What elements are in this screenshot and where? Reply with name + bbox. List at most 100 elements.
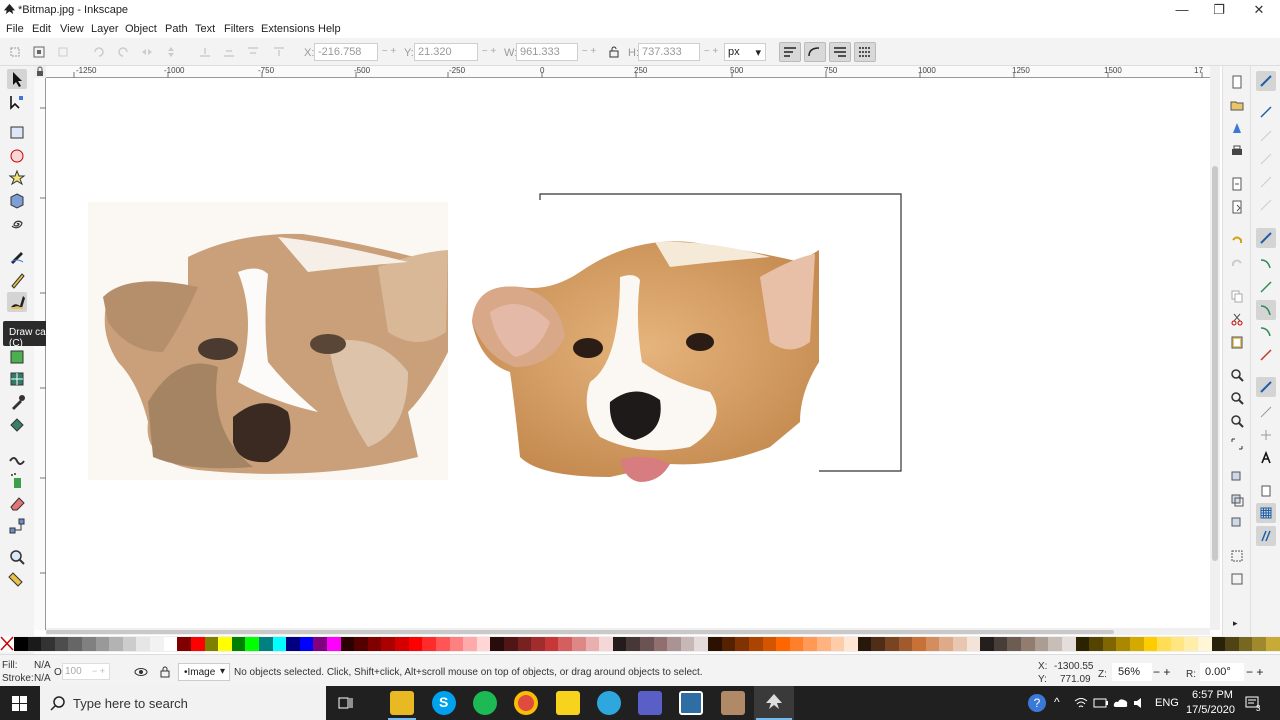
color-swatch[interactable] bbox=[544, 637, 559, 651]
clone-icon[interactable] bbox=[1229, 492, 1245, 508]
export-icon[interactable] bbox=[1229, 199, 1245, 215]
star-tool[interactable] bbox=[7, 168, 27, 188]
horizontal-scroll-thumb[interactable] bbox=[46, 630, 1114, 634]
w-spinner[interactable]: − + bbox=[578, 43, 600, 61]
color-swatch[interactable] bbox=[150, 637, 164, 651]
color-swatch[interactable] bbox=[354, 637, 368, 651]
zoom-page-icon[interactable] bbox=[1229, 413, 1245, 429]
vertical-scroll-thumb[interactable] bbox=[1212, 166, 1218, 561]
snap-rotation-center-icon[interactable] bbox=[1258, 427, 1274, 443]
color-swatch[interactable] bbox=[109, 637, 123, 651]
color-swatch[interactable] bbox=[1211, 637, 1226, 651]
color-swatch[interactable] bbox=[748, 637, 763, 651]
zoom-fit-icon[interactable] bbox=[1229, 436, 1245, 452]
color-swatch[interactable] bbox=[993, 637, 1008, 651]
color-swatch[interactable] bbox=[912, 637, 926, 651]
3d-box-tool[interactable] bbox=[7, 191, 27, 211]
color-swatch[interactable] bbox=[245, 637, 259, 651]
raise-to-top-icon[interactable] bbox=[272, 45, 286, 59]
taskbar-search-box[interactable]: Type here to search bbox=[40, 686, 326, 720]
unlink-clone-icon[interactable] bbox=[1229, 515, 1245, 531]
y-input[interactable]: 21.320 bbox=[414, 43, 478, 61]
horizontal-scrollbar[interactable] bbox=[46, 628, 1210, 635]
close-button[interactable]: ✕ bbox=[1241, 0, 1277, 20]
snap-bbox-midpoint-icon[interactable] bbox=[1258, 174, 1274, 190]
color-swatch[interactable] bbox=[381, 637, 396, 651]
color-swatch[interactable] bbox=[258, 637, 273, 651]
move-gradients-button[interactable] bbox=[829, 42, 851, 62]
color-swatch[interactable] bbox=[435, 637, 450, 651]
menu-filters[interactable]: Filters bbox=[224, 23, 254, 35]
color-swatch[interactable] bbox=[1129, 637, 1144, 651]
more-commands-icon[interactable]: ▸ bbox=[1233, 618, 1238, 629]
scale-corners-button[interactable] bbox=[804, 42, 826, 62]
cut-icon[interactable] bbox=[1229, 311, 1245, 327]
wifi-icon[interactable] bbox=[1074, 696, 1088, 710]
vertical-ruler[interactable] bbox=[34, 78, 46, 630]
menu-help[interactable]: Help bbox=[318, 23, 341, 35]
snap-bbox-icon[interactable] bbox=[1258, 104, 1274, 120]
color-swatch[interactable] bbox=[476, 637, 491, 651]
color-palette[interactable] bbox=[0, 636, 1280, 652]
snap-others-button[interactable] bbox=[1256, 377, 1276, 397]
spotify-icon[interactable] bbox=[473, 691, 497, 715]
color-swatch[interactable] bbox=[1184, 637, 1199, 651]
color-swatch[interactable] bbox=[640, 637, 654, 651]
no-color-swatch[interactable] bbox=[0, 636, 14, 652]
color-swatch[interactable] bbox=[830, 637, 845, 651]
input-language[interactable]: ENG bbox=[1155, 697, 1179, 709]
color-swatch[interactable] bbox=[41, 637, 55, 651]
menu-path[interactable]: Path bbox=[165, 23, 188, 35]
import-icon[interactable] bbox=[1229, 176, 1245, 192]
color-swatch[interactable] bbox=[708, 637, 722, 651]
color-swatch[interactable] bbox=[1089, 637, 1103, 651]
rotation-spinner[interactable]: − + bbox=[1246, 665, 1263, 679]
stroke-value[interactable]: N/A bbox=[34, 673, 51, 684]
color-swatch[interactable] bbox=[1075, 637, 1090, 651]
volume-icon[interactable] bbox=[1132, 696, 1146, 710]
pen-tool[interactable] bbox=[7, 246, 27, 266]
chrome-icon[interactable] bbox=[514, 691, 538, 715]
color-swatch[interactable] bbox=[953, 637, 967, 651]
color-swatch[interactable] bbox=[327, 637, 341, 651]
color-swatch[interactable] bbox=[789, 637, 804, 651]
pencil-tool[interactable] bbox=[7, 269, 27, 289]
color-swatch[interactable] bbox=[517, 637, 532, 651]
color-swatch[interactable] bbox=[190, 637, 205, 651]
color-swatch[interactable] bbox=[204, 637, 219, 651]
color-swatch[interactable] bbox=[653, 637, 668, 651]
raise-icon[interactable] bbox=[246, 45, 260, 59]
original-corgi-photo[interactable] bbox=[470, 232, 820, 482]
current-layer-select[interactable]: •Image ▾ bbox=[178, 663, 230, 681]
connector-tool[interactable] bbox=[7, 516, 27, 536]
snap-object-center-icon[interactable] bbox=[1258, 404, 1274, 420]
snap-midpoint-icon[interactable] bbox=[1258, 347, 1274, 363]
menu-edit[interactable]: Edit bbox=[32, 23, 51, 35]
color-swatch[interactable] bbox=[626, 637, 641, 651]
ungroup-icon[interactable] bbox=[1229, 571, 1245, 587]
color-swatch[interactable] bbox=[1143, 637, 1158, 651]
color-swatch[interactable] bbox=[1116, 637, 1130, 651]
color-swatch[interactable] bbox=[925, 637, 940, 651]
h-spinner[interactable]: − + bbox=[700, 43, 722, 61]
drawing-canvas[interactable] bbox=[46, 78, 1210, 630]
color-swatch[interactable] bbox=[585, 637, 600, 651]
snap-bbox-center-icon[interactable] bbox=[1258, 197, 1274, 213]
measure-tool[interactable] bbox=[7, 570, 27, 590]
deselect-icon[interactable] bbox=[56, 45, 70, 59]
color-swatch[interactable] bbox=[14, 637, 28, 651]
move-patterns-button[interactable] bbox=[854, 42, 876, 62]
w-input[interactable]: 961.333 bbox=[516, 43, 578, 61]
color-swatch[interactable] bbox=[286, 637, 300, 651]
color-swatch[interactable] bbox=[231, 637, 246, 651]
snap-smooth-icon[interactable] bbox=[1258, 324, 1274, 340]
color-swatch[interactable] bbox=[680, 637, 695, 651]
color-swatch[interactable] bbox=[122, 637, 137, 651]
zoom-tool[interactable] bbox=[7, 547, 27, 567]
eraser-tool[interactable] bbox=[7, 493, 27, 513]
file-explorer-icon[interactable] bbox=[390, 691, 414, 715]
copy-icon[interactable] bbox=[1229, 288, 1245, 304]
color-swatch[interactable] bbox=[1048, 637, 1062, 651]
snap-cusp-button[interactable] bbox=[1256, 300, 1276, 320]
x-spinner[interactable]: − + bbox=[378, 43, 400, 61]
